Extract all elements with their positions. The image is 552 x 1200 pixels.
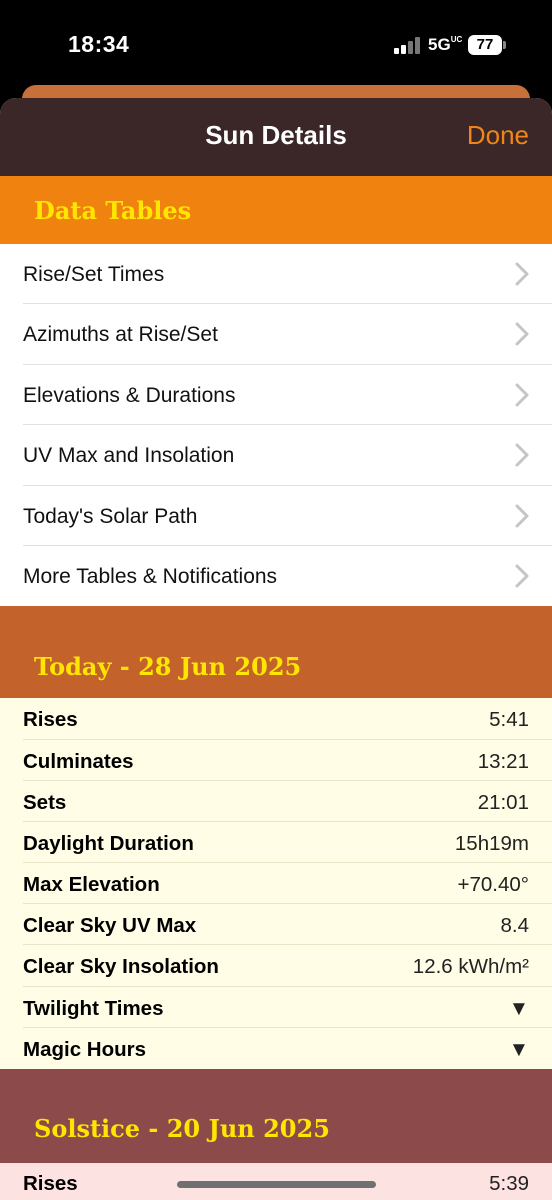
detail-value: 21:01	[477, 790, 529, 814]
battery-tip	[503, 41, 506, 49]
done-button[interactable]: Done	[467, 120, 529, 151]
chevron-right-icon	[515, 504, 529, 528]
menu-item-azimuths[interactable]: Azimuths at Rise/Set	[0, 304, 552, 365]
detail-value: 8.4	[500, 914, 530, 938]
detail-row-uv-max: Clear Sky UV Max 8.4	[0, 904, 552, 946]
detail-row-culminates: Culminates 13:21	[0, 740, 552, 781]
menu-item-label: More Tables & Notifications	[23, 564, 278, 588]
detail-label: Sets	[23, 790, 67, 814]
data-tables-title: Data Tables	[34, 196, 192, 225]
detail-row-insolation: Clear Sky Insolation 12.6 kWh/m²	[0, 945, 552, 987]
expand-triangle-icon[interactable]: ▼	[509, 997, 529, 1021]
magic-hours-row[interactable]: Magic Hours ▼	[0, 1028, 552, 1069]
chevron-right-icon	[515, 383, 529, 407]
detail-label: Max Elevation	[23, 873, 160, 897]
detail-row-sets: Sets 21:01	[0, 781, 552, 822]
chevron-right-icon	[515, 564, 529, 588]
menu-item-label: Rise/Set Times	[23, 263, 165, 286]
network-type: 5GUC	[428, 35, 463, 54]
navigation-bar: Sun Details Done	[0, 98, 552, 176]
battery-icon: 77	[468, 35, 502, 55]
solstice-header: Solstice - 20 Jun 2025	[0, 1069, 552, 1164]
data-tables-header: Data Tables	[0, 176, 552, 244]
detail-row-max-elevation: Max Elevation +70.40°	[0, 863, 552, 905]
expand-triangle-icon[interactable]: ▼	[509, 1038, 529, 1062]
menu-item-label: Today's Solar Path	[23, 504, 198, 528]
menu-item-label: Elevations & Durations	[23, 383, 236, 407]
detail-label: Magic Hours	[23, 1037, 147, 1061]
today-header: Today - 28 Jun 2025	[0, 606, 552, 699]
sun-details-sheet: Sun Details Done Data Tables Rise/Set Ti…	[0, 98, 552, 1200]
detail-value: 15h19m	[454, 831, 529, 855]
menu-item-uv-max-insolation[interactable]: UV Max and Insolation	[0, 425, 552, 486]
detail-value: 12.6 kWh/m²	[412, 955, 529, 979]
detail-value: 5:41	[489, 708, 529, 732]
data-tables-list: Rise/Set Times Azimuths at Rise/Set Elev…	[0, 244, 552, 607]
detail-value: +70.40°	[457, 873, 529, 897]
today-details: Rises 5:41 Culminates 13:21 Sets 21:01 D…	[0, 698, 552, 1070]
solstice-title: Solstice - 20 Jun 2025	[34, 1114, 330, 1144]
menu-item-solar-path[interactable]: Today's Solar Path	[0, 485, 552, 546]
home-indicator[interactable]	[177, 1181, 376, 1188]
status-time: 18:34	[68, 31, 130, 57]
detail-label: Twilight Times	[23, 996, 164, 1020]
detail-label: Daylight Duration	[23, 831, 194, 855]
detail-label: Rises	[23, 708, 78, 732]
chevron-right-icon	[515, 262, 529, 286]
detail-label: Clear Sky UV Max	[23, 914, 197, 938]
menu-item-rise-set-times[interactable]: Rise/Set Times	[0, 244, 552, 305]
menu-item-label: Azimuths at Rise/Set	[23, 323, 218, 347]
cellular-signal-icon	[394, 36, 422, 54]
detail-row-rises: Rises 5:41	[0, 698, 552, 740]
today-title: Today - 28 Jun 2025	[34, 652, 302, 682]
detail-value: 5:39	[489, 1172, 529, 1196]
twilight-times-row[interactable]: Twilight Times ▼	[0, 987, 552, 1028]
chevron-right-icon	[515, 322, 529, 346]
detail-row-daylight-duration: Daylight Duration 15h19m	[0, 822, 552, 864]
menu-item-elevations-durations[interactable]: Elevations & Durations	[0, 364, 552, 426]
status-bar: 18:34 5GUC 77	[0, 0, 552, 90]
detail-label: Rises	[23, 1172, 78, 1196]
detail-label: Clear Sky Insolation	[23, 955, 219, 979]
detail-value: 13:21	[477, 749, 529, 773]
menu-item-more-tables[interactable]: More Tables & Notifications	[0, 545, 552, 607]
chevron-right-icon	[515, 443, 529, 467]
menu-item-label: UV Max and Insolation	[23, 444, 235, 468]
detail-label: Culminates	[23, 749, 134, 773]
